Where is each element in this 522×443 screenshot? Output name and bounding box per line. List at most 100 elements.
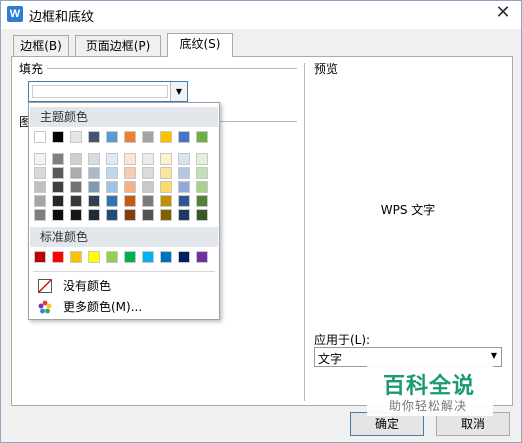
tab-borders[interactable]: 边框(B) <box>13 35 69 56</box>
preview-group-label: 预览 <box>314 60 343 77</box>
tab-page-border[interactable]: 页面边框(P) <box>75 35 161 56</box>
watermark: 百科全说 助你轻松解决 <box>367 358 493 416</box>
theme-shade-swatch[interactable] <box>106 181 118 193</box>
apply-to-label: 应用于(L): <box>314 333 371 347</box>
theme-shade-swatch[interactable] <box>142 181 154 193</box>
theme-shade-swatch[interactable] <box>142 153 154 165</box>
theme-shade-swatch[interactable] <box>142 167 154 179</box>
standard-color-swatch[interactable] <box>52 251 64 263</box>
watermark-title: 百科全说 <box>383 374 476 399</box>
theme-shade-swatch[interactable] <box>70 209 82 221</box>
theme-shade-swatch[interactable] <box>178 195 190 207</box>
theme-color-swatch[interactable] <box>196 131 208 143</box>
theme-color-swatch[interactable] <box>34 131 46 143</box>
theme-shade-swatch[interactable] <box>88 209 100 221</box>
theme-shade-swatch[interactable] <box>196 209 208 221</box>
wps-app-icon: W <box>7 6 23 22</box>
standard-color-swatch[interactable] <box>106 251 118 263</box>
theme-color-swatch[interactable] <box>178 131 190 143</box>
theme-shade-swatch[interactable] <box>196 181 208 193</box>
theme-shade-swatch[interactable] <box>196 153 208 165</box>
theme-shade-swatch[interactable] <box>178 153 190 165</box>
no-color-icon <box>38 279 52 293</box>
theme-color-swatch[interactable] <box>70 131 82 143</box>
theme-shade-swatch[interactable] <box>106 209 118 221</box>
theme-shade-swatch[interactable] <box>34 153 46 165</box>
theme-shade-swatch[interactable] <box>124 167 136 179</box>
theme-shade-swatch[interactable] <box>160 167 172 179</box>
standard-color-swatch[interactable] <box>160 251 172 263</box>
theme-shade-swatch[interactable] <box>160 209 172 221</box>
theme-shade-swatch[interactable] <box>70 181 82 193</box>
theme-color-swatch[interactable] <box>160 131 172 143</box>
theme-shade-swatch[interactable] <box>52 209 64 221</box>
theme-shade-swatch[interactable] <box>124 153 136 165</box>
theme-shade-swatch[interactable] <box>106 195 118 207</box>
title-bar: W 边框和底纹 ✕ <box>1 1 521 29</box>
no-color-label: 没有颜色 <box>63 279 112 293</box>
theme-shade-swatch[interactable] <box>34 195 46 207</box>
theme-shade-swatch[interactable] <box>70 153 82 165</box>
theme-shade-swatch[interactable] <box>106 153 118 165</box>
more-colors-label: 更多颜色(M)... <box>63 300 143 314</box>
theme-shade-swatch[interactable] <box>196 167 208 179</box>
theme-color-swatch[interactable] <box>52 131 64 143</box>
standard-color-swatch[interactable] <box>34 251 46 263</box>
fill-color-swatch <box>32 85 168 98</box>
theme-shade-swatch[interactable] <box>142 209 154 221</box>
preview-divider <box>304 63 305 401</box>
standard-color-swatch[interactable] <box>196 251 208 263</box>
theme-shade-swatch[interactable] <box>88 181 100 193</box>
fill-group-label: 填充 <box>19 60 48 77</box>
theme-shade-swatch[interactable] <box>106 167 118 179</box>
theme-colors-header: 主题颜色 <box>30 107 218 127</box>
standard-color-swatch[interactable] <box>142 251 154 263</box>
standard-color-swatch[interactable] <box>178 251 190 263</box>
theme-shade-swatch[interactable] <box>160 181 172 193</box>
theme-shade-swatch[interactable] <box>124 195 136 207</box>
standard-color-swatch[interactable] <box>88 251 100 263</box>
theme-color-swatch[interactable] <box>124 131 136 143</box>
preview-sample-text: WPS 文字 <box>380 203 436 217</box>
standard-color-swatch[interactable] <box>124 251 136 263</box>
more-colors-option[interactable]: 更多颜色(M)... <box>33 297 217 317</box>
theme-shade-swatch[interactable] <box>52 167 64 179</box>
no-color-option[interactable]: 没有颜色 <box>33 276 217 296</box>
theme-color-swatch[interactable] <box>142 131 154 143</box>
theme-color-swatch[interactable] <box>106 131 118 143</box>
theme-shade-swatch[interactable] <box>160 195 172 207</box>
color-picker-dropdown: 主题颜色 标准颜色 没有颜色 更多颜色(M)... <box>28 102 220 320</box>
theme-shade-swatch[interactable] <box>142 195 154 207</box>
tab-shading[interactable]: 底纹(S) <box>167 33 233 57</box>
theme-shade-swatch[interactable] <box>178 167 190 179</box>
theme-shade-swatch[interactable] <box>88 153 100 165</box>
theme-shade-swatch[interactable] <box>34 209 46 221</box>
standard-colors-header: 标准颜色 <box>30 227 218 247</box>
theme-shade-swatch[interactable] <box>88 167 100 179</box>
pattern-group-line <box>215 121 297 122</box>
theme-shade-swatch[interactable] <box>178 209 190 221</box>
apply-to-value: 文字 <box>318 352 343 366</box>
fill-group-line <box>47 68 297 69</box>
borders-shading-dialog: W 边框和底纹 ✕ 边框(B) 页面边框(P) 底纹(S) 填充 ▼ 图 预览 … <box>0 0 522 443</box>
theme-shade-swatch[interactable] <box>160 153 172 165</box>
theme-shade-swatch[interactable] <box>52 181 64 193</box>
chevron-down-icon[interactable]: ▼ <box>170 82 187 101</box>
standard-color-swatch[interactable] <box>70 251 82 263</box>
theme-shade-swatch[interactable] <box>88 195 100 207</box>
theme-shade-swatch[interactable] <box>34 181 46 193</box>
dropdown-divider <box>33 271 215 272</box>
theme-color-swatch[interactable] <box>88 131 100 143</box>
theme-shade-swatch[interactable] <box>52 195 64 207</box>
theme-shade-swatch[interactable] <box>34 167 46 179</box>
theme-shade-swatch[interactable] <box>178 181 190 193</box>
close-icon[interactable]: ✕ <box>493 3 513 23</box>
theme-shade-swatch[interactable] <box>196 195 208 207</box>
theme-shade-swatch[interactable] <box>52 153 64 165</box>
fill-color-combobox[interactable]: ▼ <box>28 81 188 102</box>
theme-shade-swatch[interactable] <box>124 209 136 221</box>
theme-shade-swatch[interactable] <box>70 167 82 179</box>
watermark-subtitle: 助你轻松解决 <box>389 399 468 413</box>
theme-shade-swatch[interactable] <box>124 181 136 193</box>
theme-shade-swatch[interactable] <box>70 195 82 207</box>
